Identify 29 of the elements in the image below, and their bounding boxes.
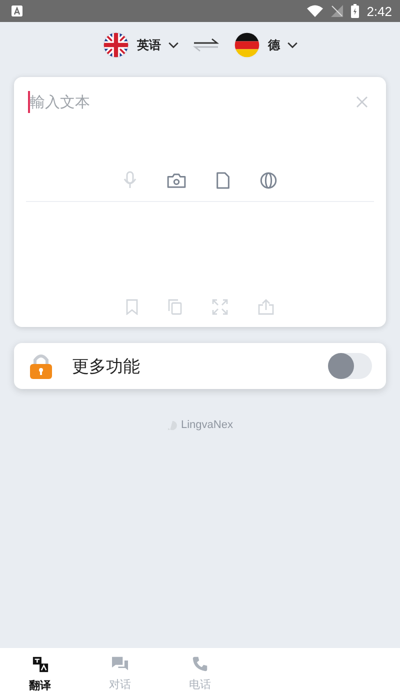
padlock-icon: [28, 352, 54, 380]
clock-time: 2:42: [366, 4, 392, 18]
german-flag-icon: [233, 31, 261, 59]
source-language-selector[interactable]: 英语: [102, 31, 179, 59]
document-icon[interactable]: [216, 172, 230, 188]
notification-icon: [11, 5, 23, 17]
close-icon[interactable]: [356, 96, 368, 108]
phone-icon: [192, 656, 208, 672]
no-signal-icon: [330, 5, 343, 17]
bookmark-icon[interactable]: [126, 299, 138, 315]
microphone-icon[interactable]: [123, 171, 137, 189]
chat-icon: [111, 656, 129, 672]
expand-icon[interactable]: [212, 299, 228, 315]
target-language-selector[interactable]: 德: [233, 31, 298, 59]
uk-flag-icon: [102, 31, 130, 59]
wifi-icon: [306, 5, 323, 17]
copy-icon[interactable]: [168, 299, 182, 315]
brand-logo-text: LingvaNex: [181, 419, 233, 431]
chevron-down-icon: [168, 42, 179, 48]
nav-tab[interactable]: 翻译: [0, 648, 80, 700]
translate-icon: [32, 656, 48, 672]
share-icon[interactable]: [258, 299, 274, 315]
chevron-down-icon: [287, 42, 298, 48]
globe-icon[interactable]: [260, 172, 277, 188]
swap-icon[interactable]: [193, 38, 219, 52]
battery-icon: [350, 4, 359, 18]
feature-label: 更多功能: [72, 356, 141, 378]
camera-icon[interactable]: [167, 172, 186, 188]
toggle-switch[interactable]: [328, 353, 372, 379]
